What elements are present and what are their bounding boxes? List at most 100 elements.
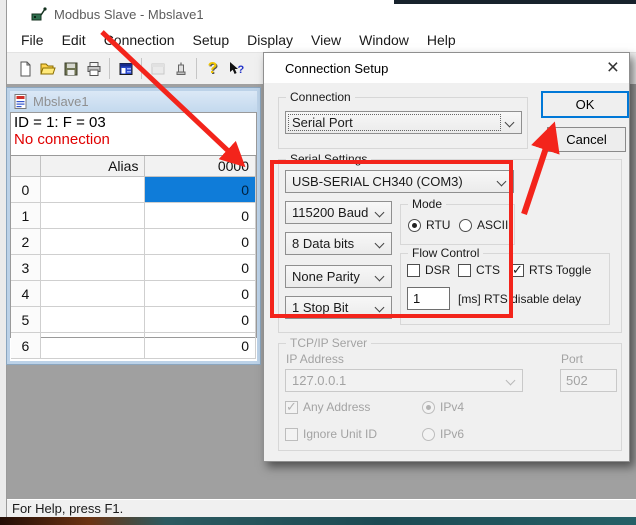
rts-toggle-checkbox[interactable]: RTS Toggle [511, 263, 591, 277]
print-icon[interactable] [82, 57, 105, 80]
row-header[interactable]: 5 [11, 307, 41, 333]
connection-group-label: Connection [286, 90, 355, 104]
row-header[interactable]: 4 [11, 281, 41, 307]
display-grayed-icon [146, 57, 169, 80]
context-help-icon[interactable]: ? [224, 57, 247, 80]
register-grid: Alias 0000 0 0 1 0 2 0 3 0 [11, 155, 256, 359]
menu-file[interactable]: File [12, 30, 53, 50]
any-address-checkbox: Any Address [285, 400, 370, 414]
value-cell[interactable]: 0 [145, 333, 256, 359]
menu-bar: File Edit Connection Setup Display View … [7, 28, 636, 52]
rts-delay-input[interactable]: 1 [407, 287, 450, 310]
alias-cell[interactable] [41, 281, 146, 307]
slave-id-function-text: ID = 1: F = 03 [11, 113, 256, 131]
tcpip-server-label: TCP/IP Server [286, 336, 371, 350]
menu-help[interactable]: Help [418, 30, 465, 50]
parity-value: None Parity [292, 269, 360, 284]
alias-cell[interactable] [41, 229, 146, 255]
connection-setup-dialog: Connection Setup × Connection Serial Por… [263, 52, 630, 462]
checkbox-icon [285, 401, 298, 414]
dsr-label: DSR [425, 263, 450, 277]
menu-setup[interactable]: Setup [184, 30, 239, 50]
menu-view[interactable]: View [302, 30, 350, 50]
ipv4-label: IPv4 [440, 400, 464, 414]
data-bits-select[interactable]: 8 Data bits [285, 232, 392, 255]
row-header[interactable]: 6 [11, 333, 41, 359]
menu-window[interactable]: Window [350, 30, 418, 50]
alias-cell[interactable] [41, 255, 146, 281]
alias-cell[interactable] [41, 307, 146, 333]
tcpip-server-group: TCP/IP Server IP Address 127.0.0.1 Port … [278, 343, 622, 451]
ipv6-label: IPv6 [440, 427, 464, 441]
value-cell[interactable]: 0 [145, 307, 256, 333]
grid-address-header[interactable]: 0000 [145, 156, 256, 177]
radio-icon [422, 401, 435, 414]
desktop-wallpaper-strip [0, 517, 636, 525]
status-text: For Help, press F1. [12, 501, 123, 516]
background-window-strip [0, 0, 7, 517]
row-header[interactable]: 2 [11, 229, 41, 255]
help-icon[interactable]: ? [201, 57, 224, 80]
close-icon[interactable]: × [607, 55, 619, 81]
value-cell[interactable]: 0 [145, 229, 256, 255]
baud-rate-select[interactable]: 115200 Baud [285, 201, 392, 224]
connection-type-select[interactable]: Serial Port [285, 111, 522, 134]
grid-alias-header[interactable]: Alias [41, 156, 146, 177]
alias-cell[interactable] [41, 333, 146, 359]
rtu-radio[interactable]: RTU [408, 218, 450, 232]
mbslave1-document-window: Mbslave1 ID = 1: F = 03 No connection Al… [7, 88, 260, 364]
port-label: Port [561, 352, 583, 366]
ip-address-value: 127.0.0.1 [292, 373, 346, 388]
dialog-title: Connection Setup [285, 61, 388, 76]
ignore-unit-id-checkbox: Ignore Unit ID [285, 427, 377, 441]
new-icon[interactable] [13, 57, 36, 80]
rts-delay-label: [ms] RTS disable delay [458, 292, 581, 306]
value-cell[interactable]: 0 [145, 203, 256, 229]
dsr-checkbox[interactable]: DSR [407, 263, 450, 277]
background-window-edge [394, 0, 636, 4]
cts-checkbox[interactable]: CTS [458, 263, 500, 277]
checkbox-icon [511, 264, 524, 277]
app-icon [31, 6, 47, 22]
toolbar-separator [196, 58, 197, 79]
mode-group: Mode RTU ASCII [400, 204, 515, 245]
stop-bits-select[interactable]: 1 Stop Bit [285, 296, 392, 319]
open-icon[interactable] [36, 57, 59, 80]
serial-port-select[interactable]: USB-SERIAL CH340 (COM3) [285, 170, 514, 193]
save-icon[interactable] [59, 57, 82, 80]
grid-corner-header[interactable] [11, 156, 41, 177]
table-row: 5 0 [11, 307, 256, 333]
ignore-unit-id-label: Ignore Unit ID [303, 427, 377, 441]
row-header[interactable]: 3 [11, 255, 41, 281]
parity-select[interactable]: None Parity [285, 265, 392, 288]
ascii-radio[interactable]: ASCII [459, 218, 508, 232]
menu-display[interactable]: Display [238, 30, 302, 50]
toolbar-separator [109, 58, 110, 79]
menu-edit[interactable]: Edit [53, 30, 95, 50]
connection-group: Connection Serial Port [278, 97, 528, 149]
doc-title-bar[interactable]: Mbslave1 [10, 91, 257, 112]
title-bar: Modbus Slave - Mbslave1 [7, 0, 636, 28]
flow-control-label: Flow Control [408, 246, 483, 260]
row-header[interactable]: 1 [11, 203, 41, 229]
value-cell-selected[interactable]: 0 [145, 177, 256, 203]
ok-button[interactable]: OK [541, 91, 629, 118]
any-address-label: Any Address [303, 400, 370, 414]
cancel-button[interactable]: Cancel [547, 127, 626, 152]
alias-cell[interactable] [41, 177, 146, 203]
checkbox-icon [458, 264, 471, 277]
menu-connection[interactable]: Connection [95, 30, 184, 50]
value-cell[interactable]: 0 [145, 281, 256, 307]
row-header[interactable]: 0 [11, 177, 41, 203]
window-title: Modbus Slave - Mbslave1 [54, 7, 204, 22]
svg-text:?: ? [237, 64, 244, 76]
value-cell[interactable]: 0 [145, 255, 256, 281]
grid-header-row: Alias 0000 [11, 156, 256, 177]
table-row: 2 0 [11, 229, 256, 255]
radio-icon [459, 219, 472, 232]
table-row: 1 0 [11, 203, 256, 229]
display-setup-icon[interactable] [114, 57, 137, 80]
alias-cell[interactable] [41, 203, 146, 229]
connect-icon[interactable] [169, 57, 192, 80]
data-bits-value: 8 Data bits [292, 236, 354, 251]
